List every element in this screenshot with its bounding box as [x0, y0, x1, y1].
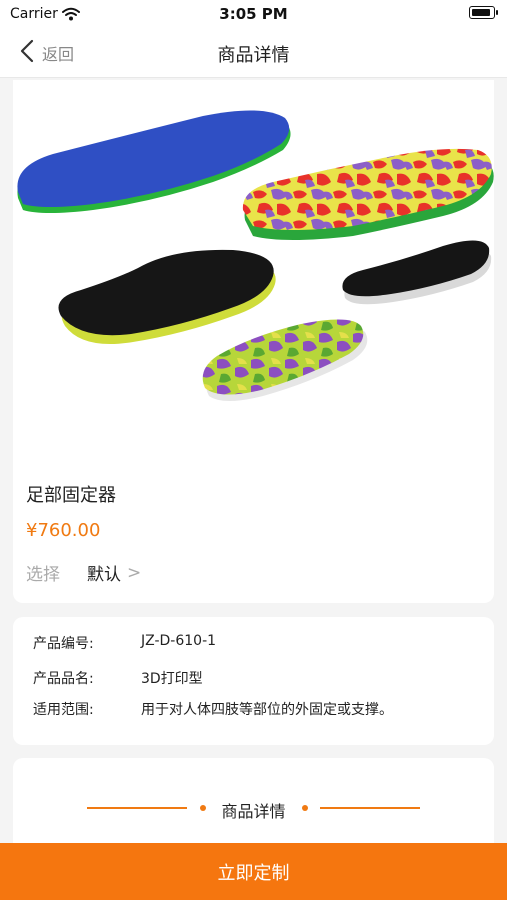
info-row-code: 产品编号: JZ-D-610-1	[33, 633, 216, 653]
detail-section-header: 商品详情	[13, 798, 494, 821]
info-value: 3D打印型	[141, 671, 203, 687]
status-time: 3:05 PM	[219, 5, 288, 23]
chevron-right-icon: >	[127, 562, 142, 583]
info-value: 用于对人体四肢等部位的外固定或支撑。	[141, 702, 393, 718]
detail-section-title: 商品详情	[221, 802, 286, 821]
product-image[interactable]	[13, 98, 494, 468]
product-info-card: 产品编号: JZ-D-610-1 产品品名: 3D打印型 适用范围: 用于对人体…	[13, 617, 494, 745]
info-key: 适用范围:	[33, 702, 94, 718]
info-key: 产品编号:	[33, 636, 94, 652]
product-name: 足部固定器	[26, 485, 116, 506]
spec-selector[interactable]: 选择 默认 >	[26, 560, 142, 586]
customize-now-button[interactable]: 立即定制	[0, 843, 507, 900]
battery-icon	[469, 6, 498, 19]
spec-label: 选择	[26, 565, 60, 585]
navigation-bar: 返回 商品详情	[0, 28, 507, 78]
product-price: ¥760.00	[26, 520, 101, 541]
product-card: 足部固定器 ¥760.00 选择 默认 >	[13, 80, 494, 603]
page-title: 商品详情	[217, 45, 290, 66]
divider-dot	[302, 805, 308, 811]
info-value: JZ-D-610-1	[141, 633, 217, 649]
divider-line	[320, 807, 420, 809]
info-key: 产品品名:	[33, 671, 94, 687]
spec-value: 默认	[87, 565, 121, 585]
info-row-name: 产品品名: 3D打印型	[33, 668, 203, 688]
info-row-scope: 适用范围: 用于对人体四肢等部位的外固定或支撑。	[33, 699, 393, 719]
status-bar: Carrier 3:05 PM	[0, 0, 507, 28]
